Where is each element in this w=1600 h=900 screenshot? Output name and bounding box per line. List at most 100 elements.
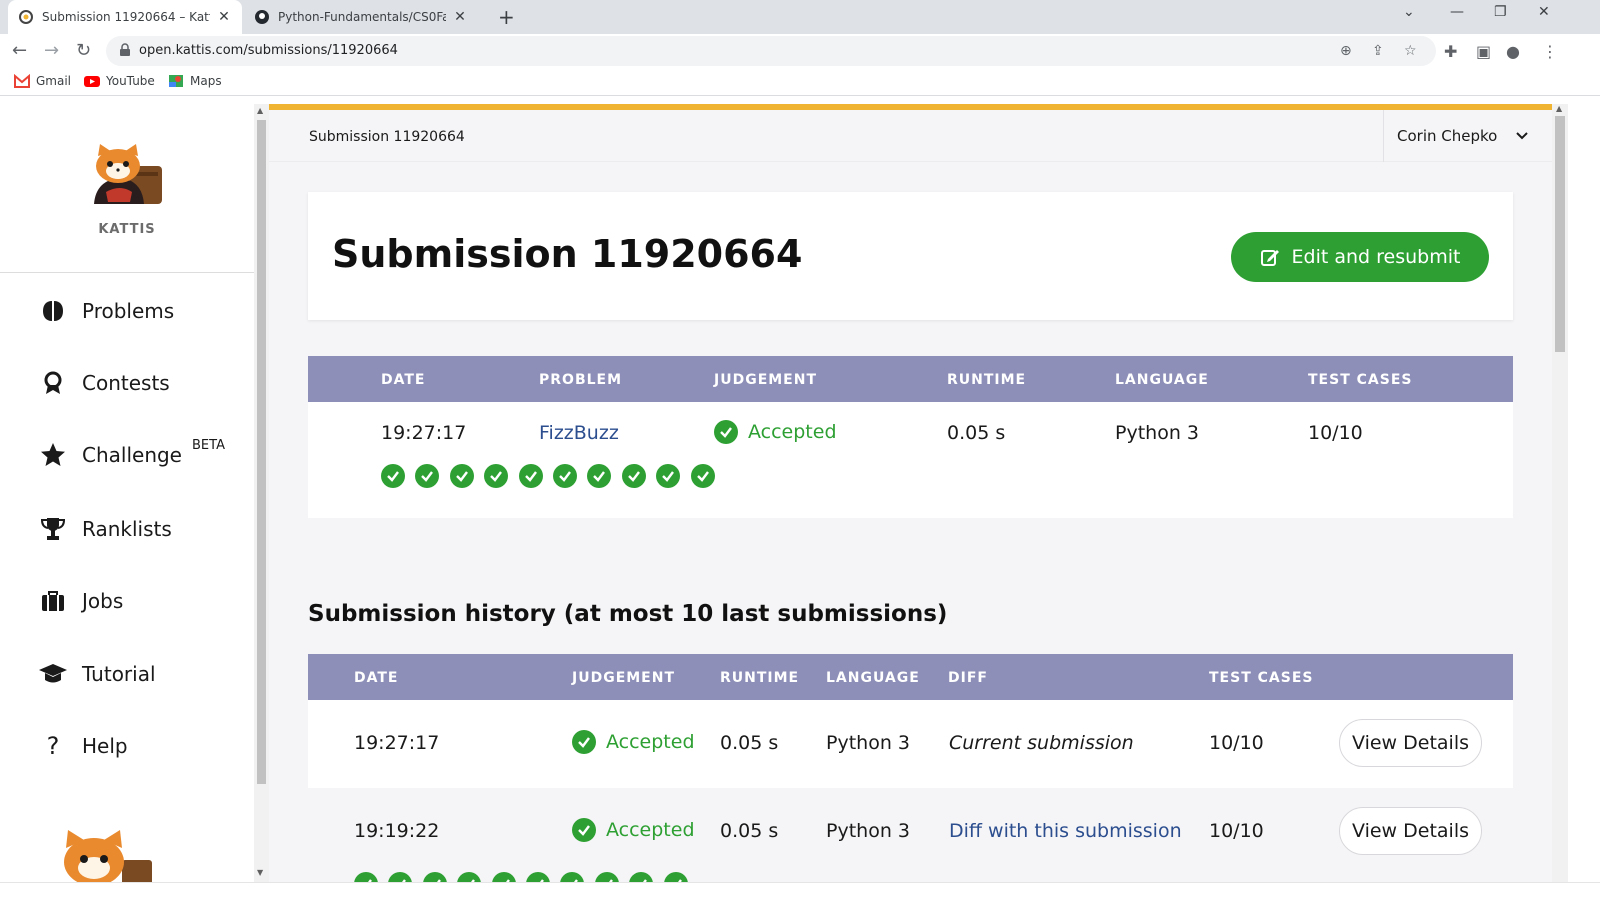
sidebar-item-help[interactable]: ? Help — [38, 731, 128, 761]
sidebar-item-problems[interactable]: Problems — [38, 296, 174, 326]
back-icon[interactable]: ← — [12, 40, 27, 61]
test-cases: 10/10 — [1209, 732, 1264, 754]
side-panel-icon[interactable]: ▣ — [1476, 42, 1491, 61]
test-case-passed-icon[interactable] — [484, 464, 509, 488]
sidebar-scrollbar[interactable]: ▲ ▼ — [254, 104, 269, 882]
gmail-icon — [14, 74, 30, 88]
browser-tab-github[interactable]: Python-Fundamentals/CS0Fall23 ✕ — [244, 0, 478, 34]
main-content: Submission 11920664 Corin Chepko Submiss… — [269, 104, 1552, 882]
test-case-passed-icon[interactable] — [449, 464, 474, 488]
test-case-passed-icon[interactable] — [560, 872, 585, 882]
test-case-passed-icon[interactable] — [457, 872, 482, 882]
view-details-button[interactable]: View Details — [1339, 807, 1482, 855]
sidebar-item-jobs[interactable]: Jobs — [38, 586, 123, 616]
sidebar-item-contests[interactable]: Contests — [38, 368, 170, 398]
test-case-passed-icon[interactable] — [518, 464, 543, 488]
tab-search-icon[interactable]: ⌄ — [1403, 4, 1415, 20]
test-case-passed-icon[interactable] — [690, 464, 715, 488]
judgement-label: Accepted — [606, 819, 695, 841]
reload-icon[interactable]: ↻ — [76, 40, 91, 61]
bookmark-maps[interactable]: Maps — [168, 74, 222, 88]
beta-badge: BETA — [192, 437, 225, 453]
test-case-passed-icon[interactable] — [354, 872, 378, 882]
history-table: DATE JUDGEMENT RUNTIME LANGUAGE DIFF TES… — [308, 654, 1513, 882]
minimize-icon[interactable]: — — [1450, 4, 1464, 20]
close-tab-icon[interactable]: ✕ — [452, 9, 468, 25]
browser-tab-kattis[interactable]: Submission 11920664 – Kattis, K ✕ — [8, 0, 242, 34]
trophy-icon — [38, 516, 68, 542]
bookmark-youtube[interactable]: YouTube — [84, 74, 155, 88]
test-case-passed-icon[interactable] — [552, 464, 577, 488]
table-header: DATE PROBLEM JUDGEMENT RUNTIME LANGUAGE … — [308, 356, 1513, 402]
history-date: 19:27:17 — [354, 732, 440, 754]
scroll-up-icon[interactable]: ▲ — [257, 106, 263, 115]
tab-title: Submission 11920664 – Kattis, K — [42, 10, 210, 24]
restore-icon[interactable]: ❐ — [1494, 4, 1507, 20]
brain-icon — [38, 298, 68, 324]
scroll-up-icon[interactable]: ▲ — [1556, 104, 1562, 113]
scroll-down-icon[interactable]: ▼ — [257, 868, 263, 877]
scrollbar-thumb[interactable] — [257, 120, 266, 784]
address-bar[interactable]: open.kattis.com/submissions/11920664 ⊕ ⇪… — [106, 36, 1436, 66]
test-case-passed-icon[interactable] — [663, 872, 688, 882]
kattis-mascot — [56, 826, 156, 886]
language: Python 3 — [1115, 422, 1199, 444]
test-case-passed-icon[interactable] — [629, 872, 654, 882]
edit-and-resubmit-button[interactable]: Edit and resubmit — [1231, 232, 1489, 282]
kattis-logo[interactable] — [86, 144, 168, 206]
runtime: 0.05 s — [720, 820, 779, 842]
test-case-passed-icon[interactable] — [415, 464, 440, 488]
test-case-passed-icon[interactable] — [491, 872, 516, 882]
extensions-icon[interactable]: ✚ — [1444, 42, 1457, 61]
submission-date: 19:27:17 — [381, 422, 467, 444]
history-date: 19:19:22 — [354, 820, 440, 842]
scrollbar-thumb[interactable] — [1555, 116, 1565, 352]
sidebar-item-label: Challenge — [82, 443, 182, 467]
table-row: 19:19:22 Accepted 0.05 s Python 3 Diff w… — [308, 788, 1513, 882]
page-title: Submission 11920664 — [332, 232, 803, 276]
column-header: DIFF — [948, 670, 988, 686]
column-header: DATE — [354, 670, 399, 686]
problem-link[interactable]: FizzBuzz — [539, 422, 619, 444]
edit-icon — [1260, 250, 1279, 266]
judgement-status: Accepted — [572, 818, 695, 842]
sidebar-item-challenge[interactable]: Challenge BETA — [38, 437, 225, 470]
bookmark-gmail[interactable]: Gmail — [14, 74, 71, 88]
table-header: DATE JUDGEMENT RUNTIME LANGUAGE DIFF TES… — [308, 654, 1513, 700]
close-window-icon[interactable]: ✕ — [1538, 4, 1550, 20]
sidebar-item-label: Tutorial — [82, 662, 156, 686]
zoom-icon[interactable]: ⊕ — [1340, 43, 1352, 59]
new-tab-icon[interactable]: + — [498, 5, 515, 29]
column-header: JUDGEMENT — [714, 372, 818, 388]
test-case-passed-icon[interactable] — [525, 872, 550, 882]
bookmark-star-icon[interactable]: ☆ — [1404, 43, 1417, 59]
user-menu[interactable]: Corin Chepko — [1383, 110, 1552, 162]
test-cases: 10/10 — [1209, 820, 1264, 842]
page-scrollbar[interactable]: ▲ — [1552, 104, 1568, 882]
sidebar-item-ranklists[interactable]: Ranklists — [38, 514, 172, 544]
history-title: Submission history (at most 10 last subm… — [308, 601, 948, 627]
share-icon[interactable]: ⇪ — [1372, 43, 1384, 59]
sidebar-item-tutorial[interactable]: Tutorial — [38, 659, 156, 689]
test-case-passed-icon[interactable] — [656, 464, 681, 488]
test-case-passed-icon[interactable] — [587, 464, 612, 488]
close-tab-icon[interactable]: ✕ — [216, 9, 232, 25]
column-header: RUNTIME — [720, 670, 800, 686]
diff-link[interactable]: Diff with this submission — [949, 820, 1182, 842]
view-details-button[interactable]: View Details — [1339, 719, 1482, 767]
youtube-icon — [84, 76, 100, 87]
test-case-passed-icon[interactable] — [388, 872, 413, 882]
test-case-passed-icon[interactable] — [422, 872, 447, 882]
github-favicon-icon — [254, 9, 270, 25]
test-case-passed-icon[interactable] — [621, 464, 646, 488]
check-icon — [572, 730, 596, 754]
test-case-passed-icon[interactable] — [381, 464, 405, 488]
forward-icon[interactable]: → — [44, 40, 59, 61]
menu-kebab-icon[interactable]: ⋮ — [1542, 42, 1558, 61]
sidebar-item-label: Contests — [82, 371, 170, 395]
column-header: TEST CASES — [1209, 670, 1314, 686]
language: Python 3 — [826, 820, 910, 842]
profile-avatar-icon[interactable]: ● — [1506, 42, 1520, 61]
test-case-passed-icon[interactable] — [594, 872, 619, 882]
bookmark-label: YouTube — [106, 74, 155, 88]
